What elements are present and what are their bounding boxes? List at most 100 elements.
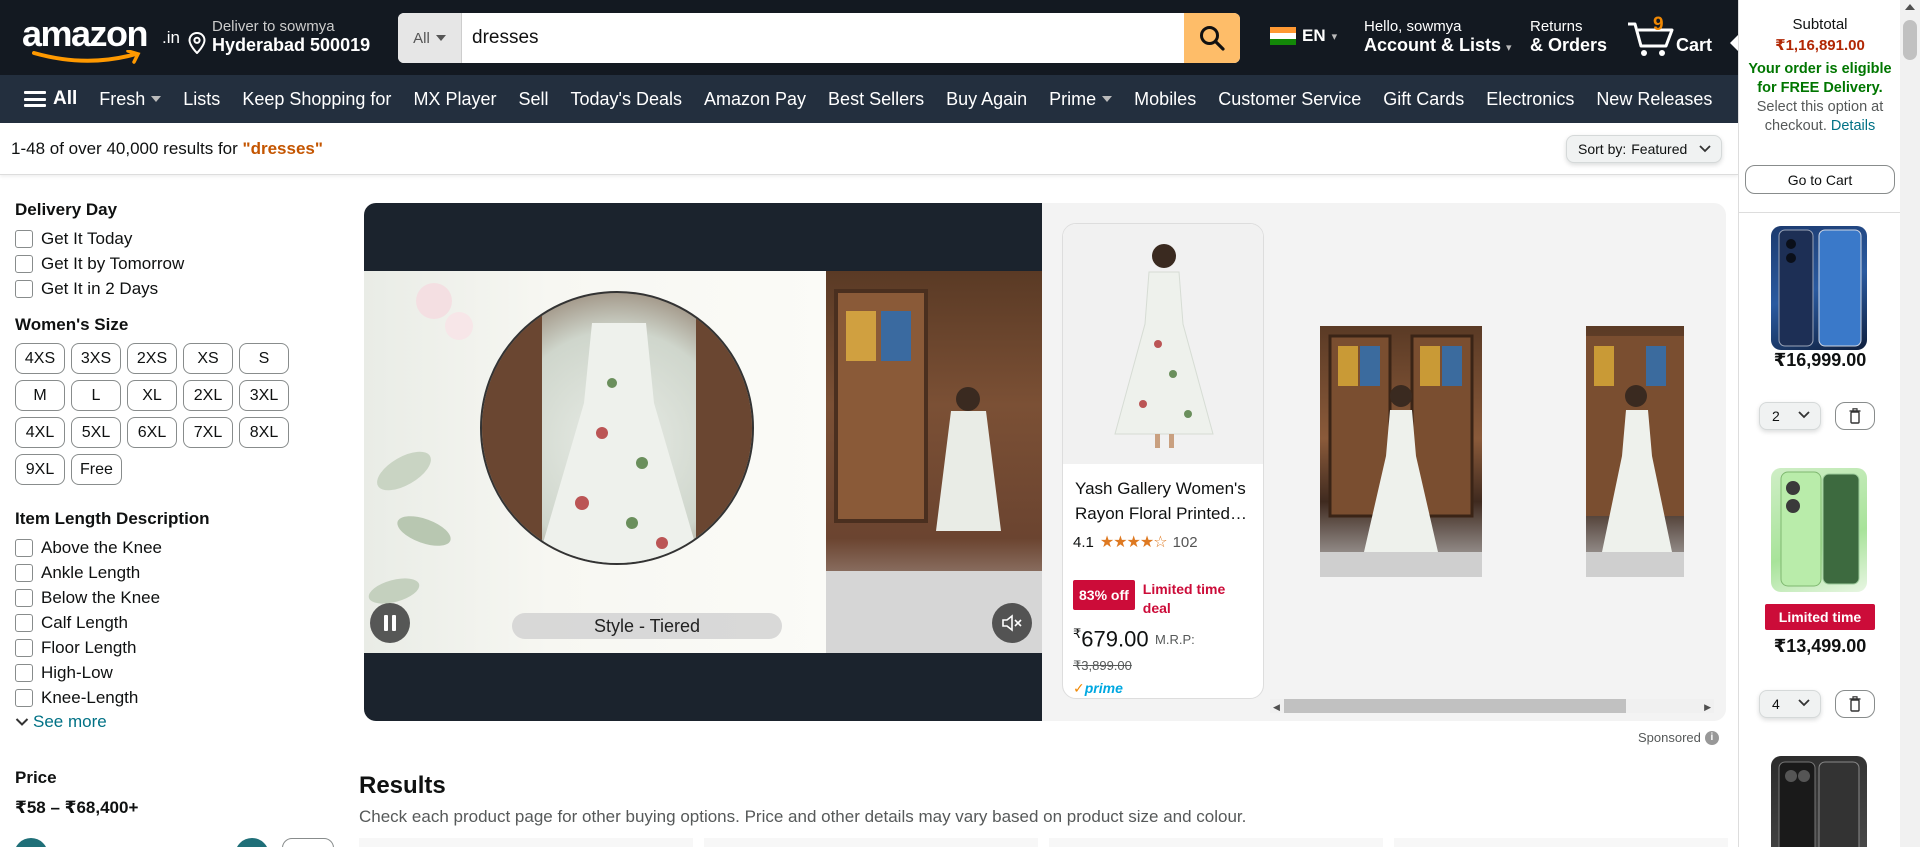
price-slider-min-handle[interactable] <box>14 838 48 847</box>
sort-dropdown[interactable]: Sort by: Featured <box>1566 135 1722 163</box>
cart-item-image[interactable] <box>1771 226 1867 350</box>
filter-option[interactable]: Ankle Length <box>15 560 335 585</box>
price-go-button[interactable] <box>282 838 334 847</box>
result-card[interactable] <box>704 838 1038 847</box>
checkbox[interactable] <box>15 279 33 298</box>
scroll-up-arrow-icon[interactable] <box>1905 4 1915 10</box>
size-button[interactable]: 8XL <box>239 417 289 448</box>
size-button[interactable]: 5XL <box>71 417 121 448</box>
nav-item-amazon-pay[interactable]: Amazon Pay <box>704 89 806 110</box>
nav-item-customer-service[interactable]: Customer Service <box>1218 89 1361 110</box>
checkbox[interactable] <box>15 563 33 582</box>
account-and-lists[interactable]: Hello, sowmya Account & Lists ▾ <box>1364 18 1512 56</box>
nav-item-keep-shopping[interactable]: Keep Shopping for <box>242 89 391 110</box>
nav-item-sell[interactable]: Sell <box>518 89 548 110</box>
nav-item-mx-player[interactable]: MX Player <box>413 89 496 110</box>
nav-item-todays-deals[interactable]: Today's Deals <box>570 89 682 110</box>
size-button[interactable]: 4XL <box>15 417 65 448</box>
filter-option[interactable]: Calf Length <box>15 610 335 635</box>
page-scrollbar[interactable] <box>1900 0 1920 847</box>
product-thumbnail[interactable] <box>1320 326 1482 577</box>
size-button[interactable]: 2XS <box>127 343 177 374</box>
cart-button[interactable]: 9 Cart <box>1626 12 1716 62</box>
size-button[interactable]: 6XL <box>127 417 177 448</box>
amazon-logo[interactable]: amazon .in <box>22 14 180 64</box>
search-input[interactable] <box>462 13 1184 63</box>
quantity-dropdown[interactable]: 2 <box>1759 402 1821 430</box>
result-card[interactable] <box>1394 838 1728 847</box>
hamburger-icon <box>24 91 46 107</box>
price-slider-max-handle[interactable] <box>235 838 269 847</box>
filter-option[interactable]: Above the Knee <box>15 535 335 560</box>
carousel-scroll-thumb[interactable] <box>1284 699 1626 713</box>
checkbox[interactable] <box>15 688 33 707</box>
checkbox[interactable] <box>15 613 33 632</box>
product-title[interactable]: Yash Gallery Women's Rayon Floral Printe… <box>1075 476 1261 526</box>
checkbox[interactable] <box>15 254 33 273</box>
product-rating[interactable]: 4.1 ★★★★☆ 102 <box>1073 532 1198 552</box>
nav-item-fresh[interactable]: Fresh <box>99 89 162 110</box>
nav-item-new-releases[interactable]: New Releases <box>1596 89 1712 110</box>
filter-option[interactable]: Below the Knee <box>15 585 335 610</box>
see-more-label: See more <box>33 712 107 731</box>
filter-option[interactable]: Floor Length <box>15 635 335 660</box>
checkbox[interactable] <box>15 638 33 657</box>
filter-option[interactable]: Get It in 2 Days <box>15 276 335 301</box>
nav-item-buy-again[interactable]: Buy Again <box>946 89 1027 110</box>
nav-item-electronics[interactable]: Electronics <box>1486 89 1574 110</box>
size-button[interactable]: 3XS <box>71 343 121 374</box>
checkbox[interactable] <box>15 588 33 607</box>
nav-item-prime[interactable]: Prime <box>1049 89 1113 110</box>
size-button[interactable]: L <box>71 380 121 411</box>
nav-item-gift-cards[interactable]: Gift Cards <box>1383 89 1464 110</box>
details-link[interactable]: Details <box>1831 118 1875 134</box>
pause-button[interactable] <box>370 603 410 643</box>
size-button[interactable]: 9XL <box>15 454 65 485</box>
nav-item-lists[interactable]: Lists <box>183 89 220 110</box>
filter-option[interactable]: High-Low <box>15 660 335 685</box>
all-menu-button[interactable]: All <box>24 88 77 110</box>
size-button[interactable]: XS <box>183 343 233 374</box>
filter-option[interactable]: Get It Today <box>15 226 335 251</box>
checkbox[interactable] <box>15 663 33 682</box>
nav-item-best-sellers[interactable]: Best Sellers <box>828 89 924 110</box>
cart-item-image[interactable] <box>1771 468 1867 592</box>
search-button[interactable] <box>1184 13 1240 63</box>
size-button[interactable]: XL <box>127 380 177 411</box>
checkbox[interactable] <box>15 538 33 557</box>
mute-button[interactable] <box>992 603 1032 643</box>
delete-item-button[interactable] <box>1835 402 1875 430</box>
language-label: EN <box>1302 26 1326 45</box>
size-button[interactable]: 7XL <box>183 417 233 448</box>
filter-option[interactable]: Get It by Tomorrow <box>15 251 335 276</box>
size-button[interactable]: 2XL <box>183 380 233 411</box>
language-selector[interactable]: EN ▾ <box>1270 26 1337 46</box>
scroll-left-arrow-icon[interactable]: ◀ <box>1273 702 1280 713</box>
sponsored-product-card[interactable]: Yash Gallery Women's Rayon Floral Printe… <box>1062 223 1264 699</box>
scroll-right-arrow-icon[interactable]: ▶ <box>1704 702 1711 713</box>
returns-and-orders[interactable]: Returns & Orders <box>1530 18 1607 56</box>
filter-option[interactable]: Knee-Length <box>15 685 335 710</box>
nav-item-mobiles[interactable]: Mobiles <box>1134 89 1196 110</box>
sponsored-label[interactable]: Sponsored i <box>1638 730 1719 745</box>
page-scroll-thumb[interactable] <box>1903 20 1917 60</box>
product-image[interactable] <box>1063 224 1263 464</box>
go-to-cart-button[interactable]: Go to Cart <box>1745 165 1895 194</box>
delete-item-button[interactable] <box>1835 690 1875 718</box>
search-category-dropdown[interactable]: All <box>398 13 462 63</box>
size-button[interactable]: Free <box>71 454 122 485</box>
size-button[interactable]: 4XS <box>15 343 65 374</box>
see-more-link[interactable]: See more <box>15 712 335 732</box>
size-button[interactable]: 3XL <box>239 380 289 411</box>
quantity-dropdown[interactable]: 4 <box>1759 690 1821 718</box>
carousel-scrollbar[interactable]: ◀ ▶ <box>1270 699 1714 713</box>
deliver-to-location[interactable]: Deliver to sowmya Hyderabad 500019 <box>188 18 378 58</box>
result-card[interactable] <box>1049 838 1383 847</box>
size-button[interactable]: M <box>15 380 65 411</box>
product-thumbnail[interactable] <box>1586 326 1684 577</box>
result-card[interactable] <box>359 838 693 847</box>
checkbox[interactable] <box>15 229 33 248</box>
size-button[interactable]: S <box>239 343 289 374</box>
video-player[interactable]: Style - Tiered <box>364 203 1042 721</box>
cart-item-image[interactable] <box>1771 756 1867 847</box>
